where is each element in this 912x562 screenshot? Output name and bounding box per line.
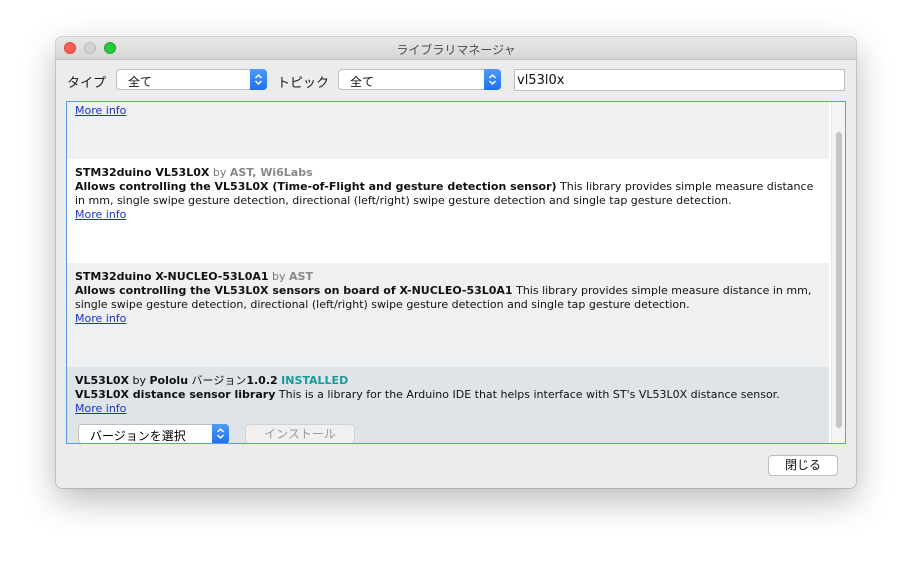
library-summary: Allows controlling the VL53L0X sensors o…	[75, 284, 513, 297]
list-item[interactable]: STM32duino VL53L0X by AST, Wi6Labs Allow…	[67, 159, 829, 263]
more-info-link[interactable]: More info	[75, 312, 126, 325]
search-input[interactable]	[514, 69, 845, 91]
install-button[interactable]: インストール	[245, 424, 355, 443]
list-item[interactable]: More info	[67, 102, 829, 159]
type-label: タイプ	[67, 76, 107, 91]
library-header: VL53L0X by Pololu バージョン1.0.2 INSTALLED	[75, 374, 825, 388]
library-author: Pololu	[149, 374, 189, 387]
version-select-value: バージョンを選択	[90, 429, 186, 443]
library-name: STM32duino VL53L0X	[75, 166, 210, 179]
library-author: AST	[289, 270, 313, 283]
library-author: AST, Wi6Labs	[229, 166, 313, 179]
library-description-block: Allows controlling the VL53L0X (Time-of-…	[75, 180, 825, 208]
title-bar: ライブラリマネージャ	[56, 37, 856, 60]
by-label: by	[132, 374, 146, 387]
more-info-link[interactable]: More info	[75, 402, 126, 415]
library-summary: Allows controlling the VL53L0X (Time-of-…	[75, 180, 557, 193]
library-header: STM32duino X-NUCLEO-53L0A1 by AST	[75, 270, 825, 284]
topic-select-value: 全て	[350, 75, 375, 89]
library-name: STM32duino X-NUCLEO-53L0A1	[75, 270, 269, 283]
topic-select[interactable]: 全て	[338, 69, 501, 90]
version-select[interactable]: バージョンを選択	[78, 424, 229, 443]
by-label: by	[272, 270, 286, 283]
library-manager-window: ライブラリマネージャ タイプ 全て トピック 全て More info STM3…	[56, 37, 856, 488]
chevron-updown-icon	[212, 424, 229, 443]
library-description-block: VL53L0X distance sensor library This is …	[75, 388, 825, 402]
chevron-updown-icon	[484, 69, 501, 90]
library-description: This is a library for the Arduino IDE th…	[278, 388, 780, 401]
library-name: VL53L0X	[75, 374, 129, 387]
by-label: by	[212, 166, 227, 179]
type-select-value: 全て	[128, 75, 153, 89]
library-description-block: Allows controlling the VL53L0X sensors o…	[75, 284, 825, 312]
window-title: ライブラリマネージャ	[396, 43, 516, 57]
version-label: バージョン	[191, 374, 247, 387]
scrollbar-thumb[interactable]	[836, 132, 842, 428]
close-button[interactable]: 閉じる	[768, 455, 838, 476]
installed-badge: INSTALLED	[281, 374, 349, 387]
more-info-link[interactable]: More info	[75, 208, 126, 221]
type-select[interactable]: 全て	[116, 69, 267, 90]
library-header: STM32duino VL53L0X by AST, Wi6Labs	[75, 166, 825, 180]
topic-label: トピック	[277, 76, 330, 91]
library-version: 1.0.2	[246, 374, 278, 387]
more-info-link[interactable]: More info	[75, 104, 126, 117]
vertical-scrollbar[interactable]	[831, 102, 845, 443]
library-list: More info STM32duino VL53L0X by AST, Wi6…	[66, 101, 846, 444]
chevron-updown-icon	[250, 69, 267, 90]
library-summary: VL53L0X distance sensor library	[75, 388, 276, 401]
list-item[interactable]: STM32duino X-NUCLEO-53L0A1 by AST Allows…	[67, 263, 829, 367]
